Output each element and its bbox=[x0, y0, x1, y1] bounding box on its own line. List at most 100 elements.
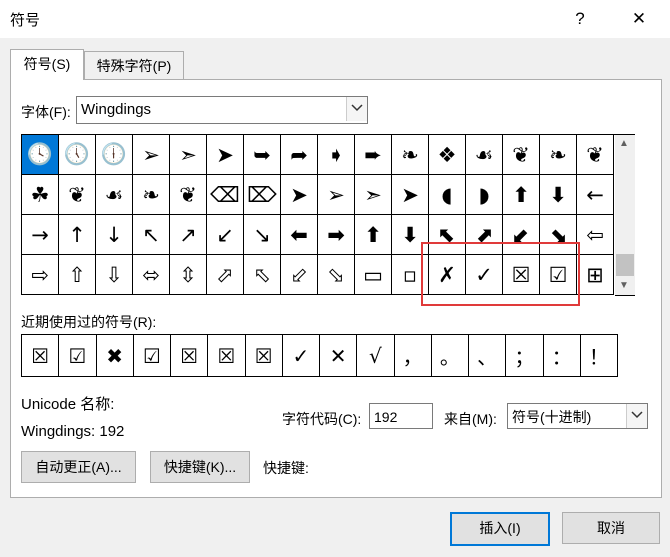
symbol-cell[interactable]: ➨ bbox=[355, 135, 392, 175]
symbol-cell[interactable]: ➤ bbox=[207, 135, 244, 175]
symbol-cell[interactable]: ⬉ bbox=[429, 215, 466, 255]
symbol-cell[interactable]: ↓ bbox=[96, 215, 133, 255]
symbol-cell[interactable]: ⬀ bbox=[207, 255, 244, 295]
symbol-cell[interactable]: ⇦ bbox=[577, 215, 614, 255]
recent-symbol-cell[interactable]: ☑ bbox=[133, 335, 171, 377]
symbol-cell[interactable]: ⇨ bbox=[22, 255, 59, 295]
tab-symbols[interactable]: 符号(S) bbox=[10, 49, 84, 80]
symbol-cell[interactable]: ↖ bbox=[133, 215, 170, 255]
symbol-cell[interactable]: ➥ bbox=[244, 135, 281, 175]
symbol-cell[interactable]: ❧ bbox=[392, 135, 429, 175]
cancel-button[interactable]: 取消 bbox=[562, 512, 660, 544]
symbol-cell[interactable]: ← bbox=[577, 175, 614, 215]
symbol-cell[interactable]: 🕕 bbox=[96, 135, 133, 175]
symbol-cell[interactable]: ⇧ bbox=[59, 255, 96, 295]
scrollbar-thumb[interactable] bbox=[616, 254, 634, 276]
symbol-cell[interactable]: ⬆ bbox=[355, 215, 392, 255]
recent-symbol-cell[interactable]: ✕ bbox=[320, 335, 358, 377]
recent-symbol-cell[interactable]: ☒ bbox=[208, 335, 246, 377]
symbol-cell[interactable]: ◖ bbox=[429, 175, 466, 215]
scroll-up-icon[interactable]: ▲ bbox=[615, 135, 633, 153]
recent-symbol-cell[interactable]: ， bbox=[394, 335, 432, 377]
symbol-cell[interactable]: ⌦ bbox=[244, 175, 281, 215]
symbol-cell[interactable]: ▭ bbox=[355, 255, 392, 295]
font-select[interactable]: Wingdings bbox=[76, 96, 368, 124]
recent-symbol-cell[interactable]: 。 bbox=[431, 335, 469, 377]
symbol-cell[interactable]: ❧ bbox=[540, 135, 577, 175]
from-dropdown-button[interactable] bbox=[626, 404, 647, 428]
symbol-cell[interactable]: ✓ bbox=[466, 255, 503, 295]
shortcut-key-button[interactable]: 快捷键(K)... bbox=[150, 451, 250, 483]
symbol-cell[interactable]: ➧ bbox=[318, 135, 355, 175]
recent-symbol-cell[interactable]: √ bbox=[357, 335, 395, 377]
symbol-cell[interactable]: ☑ bbox=[540, 255, 577, 295]
symbol-cell[interactable]: ☒ bbox=[503, 255, 540, 295]
chevron-down-icon bbox=[351, 104, 363, 112]
from-select[interactable]: 符号(十进制) bbox=[507, 403, 648, 429]
symbol-cell[interactable]: ⬁ bbox=[244, 255, 281, 295]
recent-symbol-cell[interactable]: ： bbox=[543, 335, 581, 377]
symbol-cell[interactable]: ⇩ bbox=[96, 255, 133, 295]
recent-symbol-cell[interactable]: ☑ bbox=[59, 335, 97, 377]
symbol-cell[interactable]: ➡ bbox=[318, 215, 355, 255]
symbol-cell[interactable]: ⬃ bbox=[281, 255, 318, 295]
symbol-cell[interactable]: ⬊ bbox=[540, 215, 577, 255]
symbol-cell[interactable]: ⬇ bbox=[540, 175, 577, 215]
symbol-cell[interactable]: ⬇ bbox=[392, 215, 429, 255]
symbol-cell[interactable]: ➢ bbox=[133, 135, 170, 175]
symbol-cell[interactable]: ↗ bbox=[170, 215, 207, 255]
recent-symbol-cell[interactable]: ✓ bbox=[282, 335, 320, 377]
recent-symbol-cell[interactable]: ☒ bbox=[171, 335, 209, 377]
symbol-cell[interactable]: ☙ bbox=[96, 175, 133, 215]
dialog-title: 符号 bbox=[10, 12, 41, 29]
symbol-cell[interactable]: ☘ bbox=[22, 175, 59, 215]
symbol-cell[interactable]: ➣ bbox=[355, 175, 392, 215]
help-button[interactable]: ? bbox=[565, 6, 595, 32]
symbol-cell[interactable]: ↘ bbox=[244, 215, 281, 255]
symbol-cell[interactable]: ⬅ bbox=[281, 215, 318, 255]
recent-symbol-cell[interactable]: 、 bbox=[469, 335, 507, 377]
char-code-input[interactable]: 192 bbox=[369, 403, 433, 429]
symbol-cell[interactable]: ➣ bbox=[170, 135, 207, 175]
close-button[interactable]: ✕ bbox=[624, 6, 654, 32]
symbol-cell[interactable]: ❦ bbox=[59, 175, 96, 215]
symbol-cell[interactable]: → bbox=[22, 215, 59, 255]
autocorrect-button[interactable]: 自动更正(A)... bbox=[21, 451, 136, 483]
symbol-cell[interactable]: ⬆ bbox=[503, 175, 540, 215]
symbol-cell[interactable]: ⇳ bbox=[170, 255, 207, 295]
symbol-cell[interactable]: ✗ bbox=[429, 255, 466, 295]
symbol-cell[interactable]: ↙ bbox=[207, 215, 244, 255]
symbol-cell[interactable]: ⬂ bbox=[318, 255, 355, 295]
symbol-cell[interactable]: ⌫ bbox=[207, 175, 244, 215]
symbol-cell[interactable]: ❦ bbox=[170, 175, 207, 215]
symbol-cell[interactable]: ▫ bbox=[392, 255, 429, 295]
symbol-cell[interactable]: ❦ bbox=[577, 135, 614, 175]
recent-symbol-cell[interactable]: ☒ bbox=[22, 335, 60, 377]
symbol-cell[interactable]: ◗ bbox=[466, 175, 503, 215]
recent-symbol-cell[interactable]: ☒ bbox=[245, 335, 283, 377]
symbol-cell[interactable]: ➤ bbox=[392, 175, 429, 215]
symbol-cell[interactable]: ➤ bbox=[281, 175, 318, 215]
symbol-cell[interactable]: ⬄ bbox=[133, 255, 170, 295]
symbol-cell[interactable]: ❧ bbox=[133, 175, 170, 215]
chevron-down-icon bbox=[631, 411, 643, 419]
symbol-cell[interactable]: 🕔 bbox=[59, 135, 96, 175]
symbol-cell[interactable]: ❦ bbox=[503, 135, 540, 175]
scroll-down-icon[interactable]: ▼ bbox=[615, 277, 633, 295]
symbol-cell[interactable]: ⊞ bbox=[577, 255, 614, 295]
symbol-cell[interactable]: ☙ bbox=[466, 135, 503, 175]
font-dropdown-button[interactable] bbox=[346, 97, 367, 121]
recent-symbol-cell[interactable]: ； bbox=[506, 335, 544, 377]
symbol-cell[interactable]: 🕓 bbox=[22, 135, 59, 175]
shortcut-label: 快捷键: bbox=[263, 460, 309, 476]
symbol-cell[interactable]: ↑ bbox=[59, 215, 96, 255]
symbol-cell[interactable]: ⬈ bbox=[466, 215, 503, 255]
insert-button[interactable]: 插入(I) bbox=[450, 512, 550, 546]
symbol-cell[interactable]: ❖ bbox=[429, 135, 466, 175]
symbol-cell[interactable]: ⬋ bbox=[503, 215, 540, 255]
tab-special-characters[interactable]: 特殊字符(P) bbox=[84, 51, 184, 80]
symbol-cell[interactable]: ➦ bbox=[281, 135, 318, 175]
recent-symbol-cell[interactable]: ✖ bbox=[96, 335, 134, 377]
symbol-cell[interactable]: ➢ bbox=[318, 175, 355, 215]
recent-symbol-cell[interactable]: ！ bbox=[580, 335, 618, 377]
